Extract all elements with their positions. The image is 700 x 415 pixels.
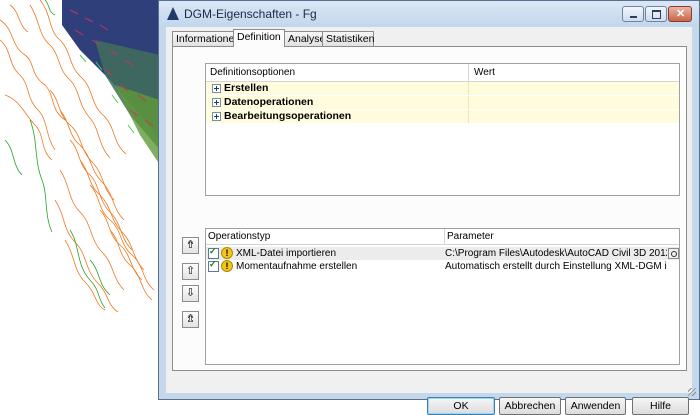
row-label: Datenoperationen (224, 96, 314, 108)
definition-options-grid: Definitionsoptionen Wert Erstellen Daten… (205, 63, 680, 196)
cell-divider (468, 110, 469, 123)
close-button[interactable] (668, 6, 692, 22)
cell-divider (468, 82, 469, 95)
operation-row-snapshot[interactable]: ! Momentaufnahme erstellen Automatisch e… (206, 259, 679, 273)
move-up-button[interactable]: ⇧ (182, 263, 199, 280)
operation-row-xml-import[interactable]: ! XML-Datei importieren C:\Program Files… (206, 246, 679, 260)
tab-statistiken[interactable]: Statistiken (322, 31, 374, 46)
column-header-wert[interactable]: Wert (474, 67, 495, 78)
window-title: DGM-Eigenschaften - Fg (184, 7, 317, 21)
browse-icon[interactable] (668, 248, 679, 259)
tab-definition[interactable]: Definition (233, 29, 285, 47)
definition-tab-panel: Definitionsoptionen Wert Erstellen Daten… (172, 46, 687, 371)
definition-row-datenoperationen[interactable]: Datenoperationen (206, 96, 679, 109)
operation-parameter: C:\Program Files\Autodesk\AutoCAD Civil … (445, 248, 667, 259)
expand-icon[interactable] (212, 98, 221, 107)
operations-grid: Operationstyp Parameter ! XML-Datei impo… (205, 228, 680, 365)
operation-enabled-checkbox[interactable] (208, 246, 219, 259)
operation-type: XML-Datei importieren (236, 248, 337, 259)
civil3d-app-icon (167, 7, 179, 20)
expand-icon[interactable] (212, 112, 221, 121)
operation-parameter: Automatisch erstellt durch Einstellung X… (445, 261, 667, 272)
row-label: Bearbeitungsoperationen (224, 110, 352, 122)
dialog-client-area: Informationen Definition Analyse Statist… (166, 27, 692, 415)
grid-header: Operationstyp Parameter (206, 229, 679, 245)
maximize-button[interactable] (645, 6, 667, 22)
column-header-definitionsoptionen[interactable]: Definitionsoptionen (210, 67, 295, 78)
column-divider[interactable] (444, 229, 445, 244)
warning-icon: ! (221, 260, 233, 272)
warning-icon: ! (221, 247, 233, 259)
tab-informationen[interactable]: Informationen (172, 31, 240, 46)
operation-type: Momentaufnahme erstellen (236, 261, 358, 272)
move-bottom-button[interactable]: ⇯ (182, 311, 199, 328)
resize-grip[interactable] (688, 388, 696, 396)
column-header-parameter[interactable]: Parameter (447, 231, 494, 242)
cell-divider (468, 96, 469, 109)
grid-header: Definitionsoptionen Wert (206, 64, 679, 82)
move-down-button[interactable]: ⇩ (182, 285, 199, 302)
definition-row-erstellen[interactable]: Erstellen (206, 82, 679, 95)
expand-icon[interactable] (212, 84, 221, 93)
operation-enabled-checkbox[interactable] (208, 259, 219, 272)
surface-properties-dialog: DGM-Eigenschaften - Fg Informationen Def… (158, 0, 700, 415)
column-divider[interactable] (468, 64, 469, 81)
column-header-operationstyp[interactable]: Operationstyp (208, 231, 270, 242)
move-top-button[interactable]: ⇮ (182, 237, 199, 254)
row-label: Erstellen (224, 82, 269, 94)
definition-row-bearbeitungsoperationen[interactable]: Bearbeitungsoperationen (206, 110, 679, 123)
minimize-button[interactable] (622, 6, 644, 22)
tab-analyse[interactable]: Analyse (284, 31, 325, 46)
title-bar[interactable]: DGM-Eigenschaften - Fg (159, 1, 699, 27)
